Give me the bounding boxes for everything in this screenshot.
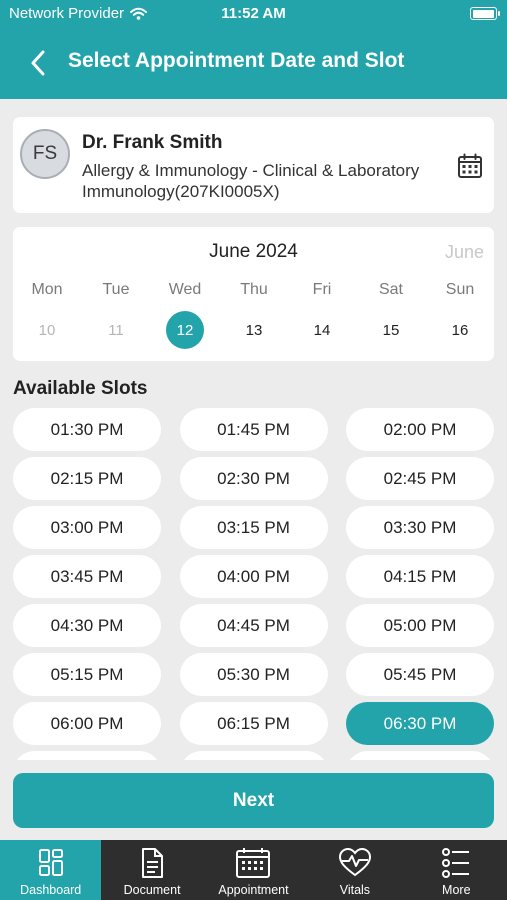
page-title: Select Appointment Date and Slot	[68, 49, 405, 72]
weekday-label: Fri	[312, 281, 332, 298]
doctor-name: Dr. Frank Smith	[82, 132, 223, 153]
weekday-label: Tue	[102, 281, 130, 298]
time-slot[interactable]: 03:45 PM	[13, 555, 161, 598]
day-cell: 11	[108, 321, 124, 339]
day-cell[interactable]: 16	[441, 311, 479, 349]
status-time: 11:52 AM	[221, 5, 286, 22]
appointment-calendar-icon	[235, 847, 271, 879]
time-slot[interactable]: 06:15 PM	[179, 702, 328, 745]
time-slot[interactable]: 02:45 PM	[346, 457, 494, 500]
next-month-peek[interactable]: June	[445, 242, 484, 263]
tab-document[interactable]: Document	[101, 840, 202, 900]
doctor-card: FS Dr. Frank Smith Allergy & Immunology …	[13, 117, 494, 213]
time-slot[interactable]: 05:45 PM	[346, 653, 494, 696]
more-list-icon	[441, 847, 471, 879]
time-slot[interactable]	[13, 751, 161, 760]
time-slot[interactable]: 02:00 PM	[346, 408, 494, 451]
document-icon	[137, 847, 167, 879]
time-slot[interactable]: 04:15 PM	[346, 555, 494, 598]
time-slot[interactable]: 03:30 PM	[346, 506, 494, 549]
time-slot[interactable]: 03:15 PM	[179, 506, 328, 549]
weekday-label: Sun	[445, 281, 475, 298]
weekday-label: Sat	[378, 281, 403, 298]
tab-vitals[interactable]: Vitals	[304, 840, 405, 900]
weekday-label: Mon	[31, 281, 63, 298]
day-cell[interactable]: 13	[235, 311, 273, 349]
time-slot-selected[interactable]: 06:30 PM	[346, 702, 494, 745]
tab-label: Appointment	[218, 883, 289, 897]
dashboard-icon	[36, 847, 66, 879]
date-picker: June 2024 June Mon Tue Wed Thu Fri Sat Sun 10 1…	[13, 227, 494, 361]
avatar: FS	[20, 129, 70, 179]
time-slot[interactable]: 01:45 PM	[179, 408, 328, 451]
tab-label: Vitals	[339, 883, 371, 897]
time-slot[interactable]	[346, 751, 494, 760]
time-slot[interactable]: 04:30 PM	[13, 604, 161, 647]
heart-pulse-icon	[338, 847, 372, 879]
tab-label: Document	[123, 883, 181, 897]
day-selected[interactable]: 12	[166, 311, 204, 349]
next-button[interactable]: Next	[13, 773, 494, 828]
chevron-left-icon	[31, 50, 45, 76]
time-slot[interactable]: 02:30 PM	[179, 457, 328, 500]
tab-appointment[interactable]: Appointment	[203, 840, 304, 900]
month-label: June 2024	[209, 241, 298, 262]
day-cell[interactable]: 15	[372, 311, 410, 349]
time-slot[interactable]: 02:15 PM	[13, 457, 161, 500]
time-slot[interactable]: 05:00 PM	[346, 604, 494, 647]
time-slot[interactable]: 04:45 PM	[179, 604, 328, 647]
status-bar: Network Provider 11:52 AM	[0, 0, 507, 28]
time-slot[interactable]: 01:30 PM	[13, 408, 161, 451]
doctor-specialty: Allergy & Immunology - Clinical & Labora…	[82, 161, 420, 201]
time-slot[interactable]	[179, 751, 328, 760]
day-cell: 10	[38, 321, 56, 339]
day-cell[interactable]: 14	[303, 311, 341, 349]
back-button[interactable]	[24, 47, 52, 79]
battery-level	[472, 9, 494, 18]
weekday-label: Wed	[168, 281, 202, 298]
time-slot[interactable]: 05:15 PM	[13, 653, 161, 696]
app-header: Network Provider 11:52 AM Select Appoint…	[0, 0, 507, 99]
tab-dashboard[interactable]: Dashboard	[0, 840, 102, 900]
slots-title: Available Slots	[13, 378, 148, 399]
time-slot[interactable]: 06:00 PM	[13, 702, 161, 745]
slots-grid: 01:30 PM 01:45 PM 02:00 PM 02:15 PM 02:30 PM…	[13, 408, 494, 760]
time-slot[interactable]: 04:00 PM	[179, 555, 328, 598]
calendar-icon[interactable]	[457, 153, 483, 179]
tab-more[interactable]: More	[406, 840, 507, 900]
time-slot[interactable]: 03:00 PM	[13, 506, 161, 549]
tab-label: Dashboard	[20, 883, 82, 897]
time-slot[interactable]: 05:30 PM	[179, 653, 328, 696]
battery-icon	[470, 7, 500, 20]
tab-label: More	[442, 883, 471, 897]
weekday-label: Thu	[240, 281, 268, 298]
bottom-tab-bar: Dashboard Document Appointment Vitals More	[0, 840, 507, 900]
